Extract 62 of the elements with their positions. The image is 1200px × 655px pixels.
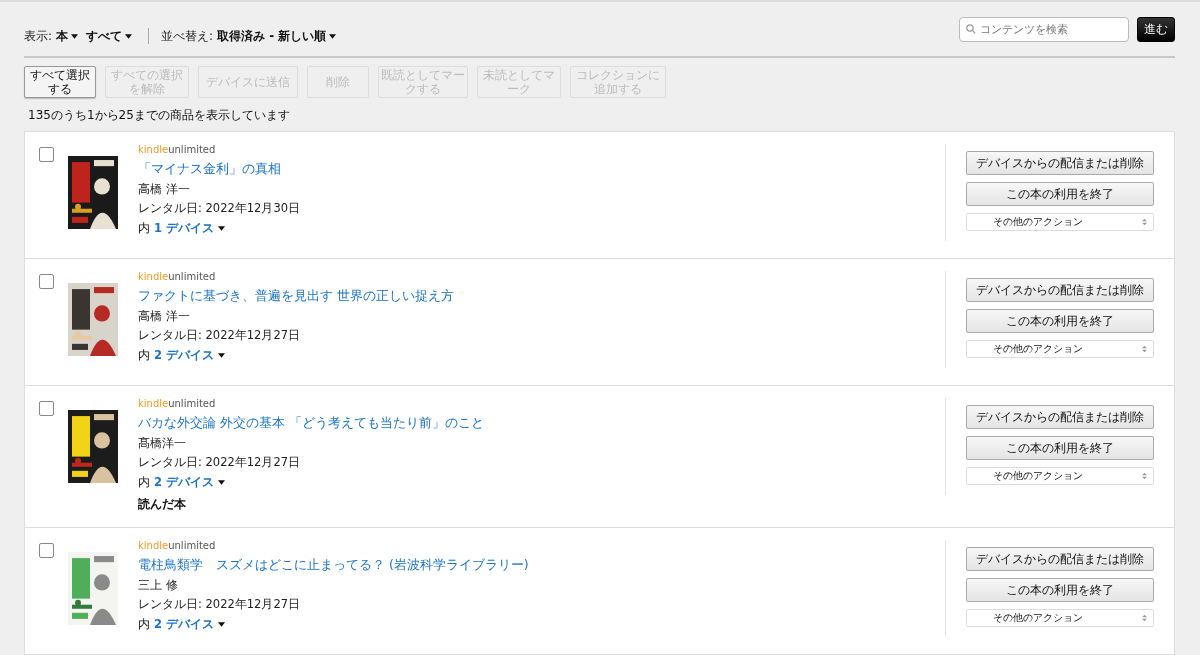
author-name: 高橋 洋一: [138, 309, 191, 324]
more-actions-select[interactable]: その他のアクション: [966, 340, 1154, 358]
action-button[interactable]: デバイスからの配信または削除: [966, 151, 1154, 175]
action-button[interactable]: この本の利用を終了: [966, 436, 1154, 460]
action-button[interactable]: この本の利用を終了: [966, 309, 1154, 333]
book-title-link[interactable]: ファクトに基づき、普遍を見出す 世界の正しい捉え方: [138, 288, 454, 305]
author-name: 高橋 洋一: [138, 182, 191, 197]
more-actions-select[interactable]: その他のアクション: [966, 213, 1154, 231]
more-actions-select[interactable]: その他のアクション: [966, 609, 1154, 627]
result-count: 135のうち1から25までの商品を表示しています: [28, 107, 291, 121]
scope-dropdown[interactable]: すべて: [86, 27, 137, 45]
kindle-unlimited-logo: kindleunlimited: [138, 271, 217, 284]
kindle-unlimited-logo: kindleunlimited: [138, 540, 217, 553]
caret-icon: [218, 226, 225, 231]
go-button[interactable]: 進む: [1137, 16, 1175, 42]
devices-link[interactable]: 2 デバイス: [154, 617, 225, 632]
more-actions-select[interactable]: その他のアクション: [966, 467, 1154, 485]
checkbox[interactable]: [39, 147, 54, 162]
caret-icon: [71, 33, 79, 39]
rental-date: レンタル日: 2022年12月30日: [138, 201, 301, 216]
caret-icon: [218, 622, 225, 627]
action-button[interactable]: デバイスからの配信または削除: [966, 278, 1154, 302]
sort-arrows-icon: [1142, 472, 1147, 480]
rental-date: レンタル日: 2022年12月27日: [138, 455, 302, 470]
devices-prefix: 内: [138, 221, 150, 236]
show-label: 表示:: [24, 27, 53, 45]
author-name: 三上 修: [138, 578, 179, 593]
caret-icon: [329, 33, 337, 39]
devices-link[interactable]: 1 デバイス: [154, 221, 225, 236]
kindle-unlimited-logo: kindleunlimited: [138, 144, 217, 157]
caret-icon: [125, 33, 133, 39]
search-field[interactable]: コンテンツを検索: [959, 16, 1129, 42]
action-button[interactable]: デバイスからの配信または削除: [966, 405, 1154, 429]
caret-icon: [218, 480, 225, 485]
search-icon: [966, 23, 976, 34]
checkbox[interactable]: [39, 543, 54, 558]
devices-prefix: 内: [138, 348, 150, 363]
toolbar-button[interactable]: すべて選択する: [24, 66, 96, 98]
devices-link[interactable]: 2 デバイス: [154, 348, 225, 363]
sort-arrows-icon: [1142, 345, 1147, 353]
action-button[interactable]: この本の利用を終了: [966, 578, 1154, 602]
checkbox[interactable]: [39, 401, 54, 416]
sort-arrows-icon: [1142, 614, 1147, 622]
format-dropdown[interactable]: 本: [56, 27, 83, 45]
action-button[interactable]: デバイスからの配信または削除: [966, 547, 1154, 571]
rental-date: レンタル日: 2022年12月27日: [138, 328, 302, 343]
author-name: 髙橋洋一: [138, 436, 187, 451]
book-title-link[interactable]: 電柱鳥類学 スズメはどこに止まってる？ (岩波科学ライブラリー): [138, 557, 529, 574]
action-button[interactable]: この本の利用を終了: [966, 182, 1154, 206]
rental-date: レンタル日: 2022年12月27日: [138, 597, 302, 612]
devices-prefix: 内: [138, 475, 150, 490]
sort-arrows-icon: [1142, 218, 1147, 226]
read-label: 読んだ本: [138, 496, 187, 513]
book-title-link[interactable]: 「マイナス金利」の真相: [138, 161, 301, 178]
devices-link[interactable]: 2 デバイス: [154, 475, 225, 490]
sort-dropdown[interactable]: 取得済み - 新しい順: [217, 27, 341, 45]
kindle-unlimited-logo: kindleunlimited: [138, 398, 217, 411]
devices-prefix: 内: [138, 617, 150, 632]
checkbox[interactable]: [39, 274, 54, 289]
sort-label: 並べ替え:: [161, 27, 214, 45]
book-title-link[interactable]: バカな外交論 外交の基本 「どう考えても当たり前」のこと: [138, 415, 484, 432]
caret-icon: [218, 353, 225, 358]
